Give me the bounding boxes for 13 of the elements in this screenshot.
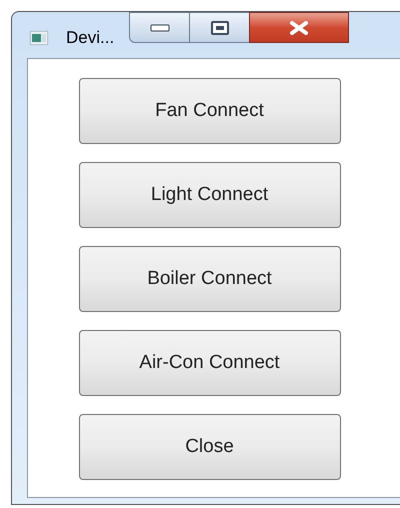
window-app-icon <box>30 30 48 45</box>
maximize-button[interactable] <box>190 12 250 43</box>
connect-button[interactable]: Light Connect <box>78 162 340 228</box>
close-icon <box>289 20 310 34</box>
window-title: Devi... <box>66 27 114 49</box>
minimize-button[interactable] <box>129 12 190 43</box>
close-window-button[interactable] <box>249 12 350 43</box>
maximize-icon <box>210 20 229 34</box>
connect-button[interactable]: Fan Connect <box>78 78 340 144</box>
connect-button[interactable]: Boiler Connect <box>78 246 340 312</box>
connect-button[interactable]: Close <box>78 414 340 480</box>
minimize-icon <box>150 24 170 32</box>
connect-button[interactable]: Air-Con Connect <box>78 330 340 396</box>
